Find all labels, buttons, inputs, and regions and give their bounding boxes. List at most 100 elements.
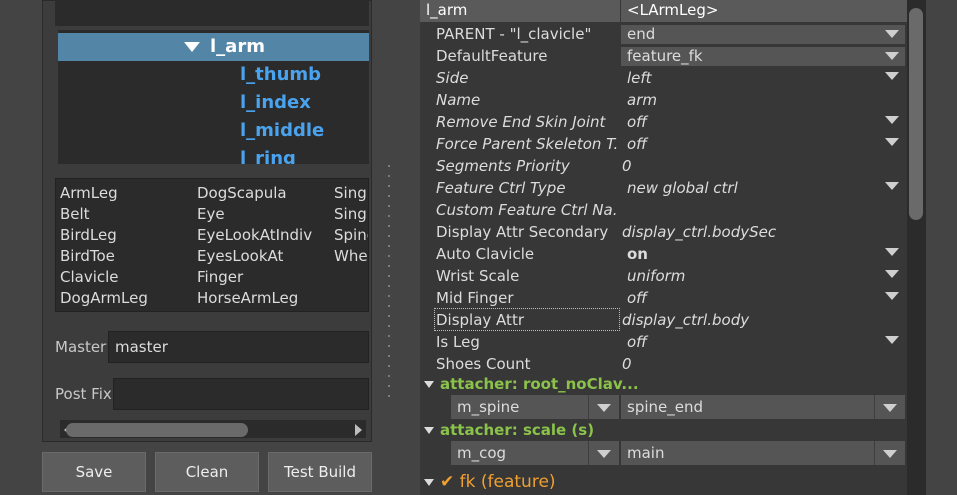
- attacher-scale-target-combo[interactable]: main: [621, 441, 905, 465]
- dropdown-arrow-icon[interactable]: [885, 248, 899, 256]
- attr-name-shoes-count: Shoes Count: [436, 355, 531, 373]
- hierarchy-tree[interactable]: l_arm l_thumb l_index l_middle l_ring: [58, 30, 369, 164]
- attr-header-name: l_arm: [420, 0, 620, 22]
- list-item[interactable]: BirdToe: [60, 247, 115, 265]
- list-item[interactable]: BirdLeg: [60, 226, 117, 244]
- list-item[interactable]: Whee: [334, 247, 368, 265]
- feature-fk-section[interactable]: ✔ fk (feature): [424, 470, 556, 494]
- attr-value-is-leg[interactable]: off: [627, 331, 877, 353]
- attr-value-auto-clavicle[interactable]: on: [627, 243, 877, 265]
- feature-title: fk (feature): [459, 472, 556, 492]
- section-title: attacher: scale (s): [440, 421, 595, 439]
- attr-name-segments-priority: Segments Priority: [436, 157, 570, 175]
- window-edge: [926, 0, 957, 495]
- attr-value-display-attr-secondary[interactable]: display_ctrl.bodySec: [622, 221, 872, 243]
- tree-item-label: l_thumb: [240, 64, 322, 85]
- scrollbar-thumb[interactable]: [66, 423, 248, 437]
- list-item[interactable]: DogScapula: [197, 184, 287, 202]
- clean-button[interactable]: Clean: [155, 452, 259, 492]
- scrollbar-thumb[interactable]: [909, 8, 923, 220]
- dropdown-arrow-icon[interactable]: [885, 336, 899, 344]
- attr-value-remove-end-skin-joint[interactable]: off: [627, 111, 877, 133]
- splitter-handle[interactable]: [386, 165, 392, 400]
- postfix-field[interactable]: [113, 378, 369, 410]
- attr-name-remove-end-skin-joint: Remove End Skin Joint: [436, 113, 606, 131]
- dropdown-arrow-icon[interactable]: [885, 116, 899, 124]
- save-button[interactable]: Save: [42, 452, 146, 492]
- attr-value-display-attr[interactable]: display_ctrl.body: [622, 309, 872, 331]
- dropdown-arrow-icon[interactable]: [883, 404, 897, 412]
- section-title: attacher: root_noClav...: [440, 375, 639, 393]
- list-item[interactable]: ArmLeg: [60, 184, 118, 202]
- attacher-root-parent-combo[interactable]: m_spine: [451, 395, 619, 419]
- combo-value: m_spine: [457, 398, 520, 416]
- attr-name-custom-feature-ctrl: Custom Feature Ctrl Na...: [436, 201, 618, 219]
- attr-name-feature-ctrl-type: Feature Ctrl Type: [436, 179, 566, 197]
- attacher-scale-section[interactable]: attacher: scale (s): [424, 419, 594, 441]
- attr-value-feature-ctrl-type[interactable]: new global ctrl: [627, 177, 877, 199]
- list-item[interactable]: DogArmLeg: [60, 289, 148, 307]
- attr-value-parent[interactable]: end: [627, 23, 877, 45]
- attr-value-mid-finger[interactable]: off: [627, 287, 877, 309]
- attr-value-segments-priority[interactable]: 0: [622, 155, 872, 177]
- dropdown-arrow-icon[interactable]: [885, 270, 899, 278]
- dropdown-arrow-icon[interactable]: [597, 450, 611, 458]
- list-item[interactable]: Finger: [197, 268, 243, 286]
- combo-value: main: [627, 444, 665, 462]
- feature-type-list[interactable]: ArmLeg Belt BirdLeg BirdToe Clavicle Dog…: [55, 178, 369, 312]
- expand-arrow-icon[interactable]: [184, 33, 206, 61]
- list-item[interactable]: Singl: [334, 184, 368, 202]
- list-item[interactable]: HorseArmLeg: [197, 289, 298, 307]
- collapse-arrow-icon[interactable]: [424, 478, 434, 486]
- attr-value-name[interactable]: arm: [627, 89, 877, 111]
- list-item[interactable]: Eye: [197, 205, 225, 223]
- attr-name-wrist-scale: Wrist Scale: [436, 267, 520, 285]
- scroll-right-icon[interactable]: [355, 424, 362, 436]
- dropdown-arrow-icon[interactable]: [885, 182, 899, 190]
- attr-name-mid-finger: Mid Finger: [436, 289, 514, 307]
- attr-value-force-parent-skeleton[interactable]: off: [627, 133, 877, 155]
- collapse-arrow-icon[interactable]: [424, 381, 434, 388]
- list-item[interactable]: EyesLookAt: [197, 247, 283, 265]
- list-item[interactable]: Belt: [60, 205, 90, 223]
- tree-item-label: l_arm: [210, 36, 265, 57]
- attr-value-side[interactable]: left: [627, 67, 877, 89]
- tree-item-l-index[interactable]: l_index: [58, 89, 369, 117]
- attr-value-shoes-count[interactable]: 0: [622, 353, 872, 375]
- attr-value-custom-feature-ctrl[interactable]: [627, 199, 877, 221]
- tree-top-strip: [55, 0, 369, 26]
- dropdown-arrow-icon[interactable]: [885, 72, 899, 80]
- test-build-button[interactable]: Test Build: [268, 452, 372, 492]
- attr-header-type: <LArmLeg>: [621, 0, 907, 22]
- attr-value-wrist-scale[interactable]: uniform: [627, 265, 877, 287]
- dropdown-arrow-icon[interactable]: [885, 292, 899, 300]
- collapse-arrow-icon[interactable]: [424, 427, 434, 434]
- attr-value-default-feature[interactable]: feature_fk: [627, 45, 877, 67]
- dropdown-arrow-icon[interactable]: [885, 30, 899, 38]
- list-item[interactable]: Singl: [334, 205, 368, 223]
- attacher-root-section[interactable]: attacher: root_noClav...: [424, 373, 639, 395]
- dropdown-arrow-icon[interactable]: [597, 404, 611, 412]
- attr-name-default-feature: DefaultFeature: [436, 47, 548, 65]
- master-label: Master: [55, 338, 107, 356]
- master-field[interactable]: master: [108, 331, 369, 363]
- attacher-root-target-combo[interactable]: spine_end: [621, 395, 905, 419]
- list-item[interactable]: Clavicle: [60, 268, 119, 286]
- dropdown-arrow-icon[interactable]: [885, 52, 899, 60]
- attr-name-auto-clavicle: Auto Clavicle: [436, 245, 535, 263]
- tree-item-label: l_index: [240, 92, 311, 113]
- list-item[interactable]: EyeLookAtIndiv: [197, 226, 312, 244]
- tree-item-l-middle[interactable]: l_middle: [58, 117, 369, 145]
- tree-item-l-thumb[interactable]: l_thumb: [58, 61, 369, 89]
- tree-item-l-ring[interactable]: l_ring: [58, 145, 369, 164]
- postfix-label: Post Fix: [55, 385, 112, 403]
- checkmark-icon: ✔: [440, 472, 455, 492]
- tree-item-l-arm[interactable]: l_arm: [58, 33, 369, 61]
- list-item[interactable]: Spine: [334, 226, 368, 244]
- dropdown-arrow-icon[interactable]: [883, 450, 897, 458]
- dropdown-arrow-icon[interactable]: [885, 138, 899, 146]
- attacher-scale-parent-combo[interactable]: m_cog: [451, 441, 619, 465]
- attr-name-display-attr[interactable]: Display Attr: [436, 309, 618, 331]
- attr-name-name: Name: [436, 91, 481, 109]
- combo-value: spine_end: [627, 398, 703, 416]
